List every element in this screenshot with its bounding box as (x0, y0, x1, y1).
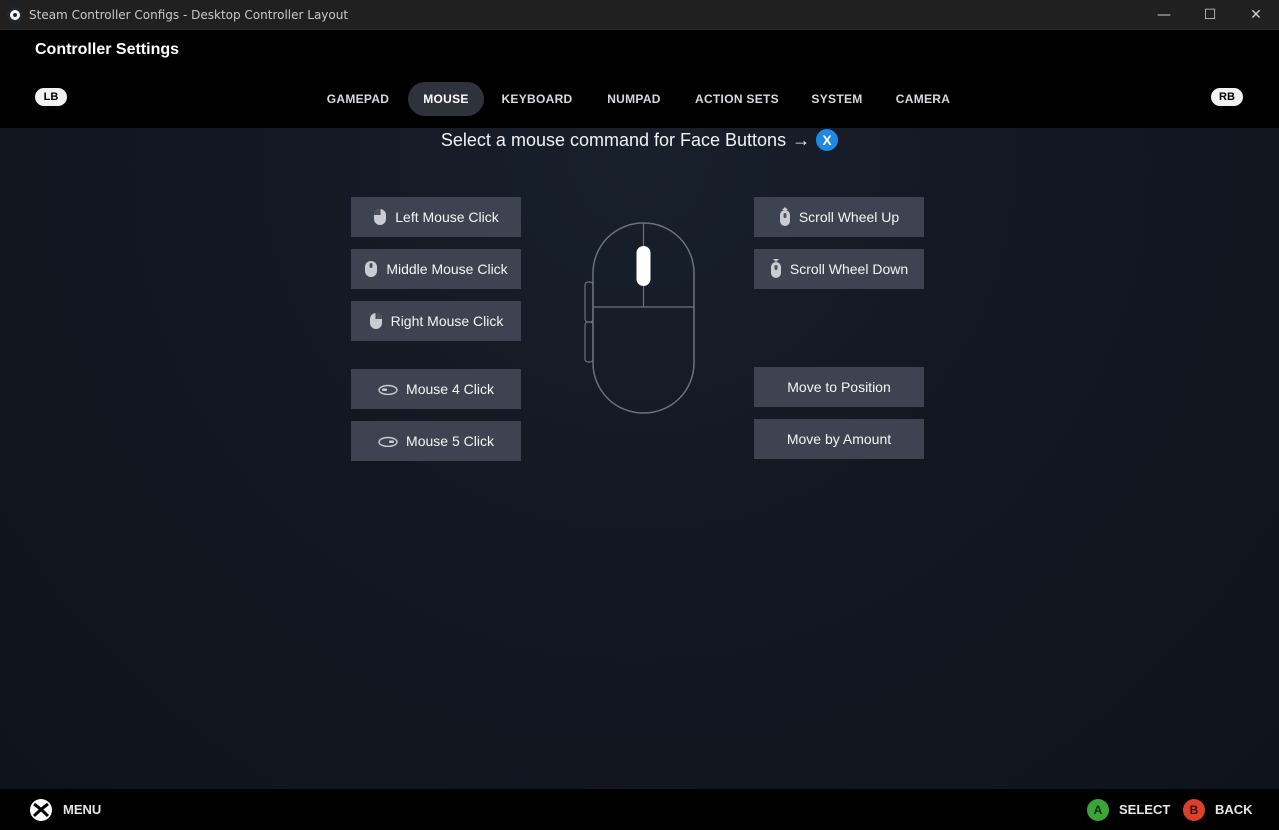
tab-action-sets[interactable]: ACTION SETS (684, 82, 790, 116)
window-title: Steam Controller Configs - Desktop Contr… (29, 7, 349, 22)
mouse-4-click-label: Mouse 4 Click (406, 381, 494, 397)
mouse-middle-click-icon (364, 260, 378, 278)
scroll-up-icon (779, 207, 791, 227)
move-by-amount-label: Move by Amount (786, 431, 892, 447)
b-button-glyph: B (1183, 798, 1205, 821)
middle-mouse-click-label: Middle Mouse Click (386, 261, 508, 277)
move-to-position-button[interactable]: Move to Position (754, 367, 924, 407)
tab-bar: GAMEPAD MOUSE KEYBOARD NUMPAD ACTION SET… (0, 82, 1279, 116)
a-button-glyph: A (1087, 798, 1109, 821)
mouse-illustration (584, 222, 695, 414)
x-button-glyph: X (816, 129, 839, 151)
mouse-5-click-label: Mouse 5 Click (406, 433, 494, 449)
back-label: BACK (1215, 802, 1253, 817)
page-title: Controller Settings (35, 41, 180, 58)
command-prompt: Select a mouse command for Face Buttons … (0, 128, 1279, 152)
prompt-text: Select a mouse command for Face Buttons (440, 129, 787, 150)
left-mouse-click-label: Left Mouse Click (395, 209, 499, 225)
close-button[interactable]: ✕ (1233, 0, 1279, 30)
xbox-logo-icon (29, 798, 53, 822)
back-hint[interactable]: B BACK (1183, 789, 1253, 830)
scroll-wheel-up-button[interactable]: Scroll Wheel Up (754, 197, 924, 237)
mouse-4-click-button[interactable]: Mouse 4 Click (351, 369, 521, 409)
arrow-icon: → (792, 129, 811, 150)
content-area: Select a mouse command for Face Buttons … (0, 128, 1279, 789)
scroll-wheel-up-label: Scroll Wheel Up (798, 209, 900, 225)
mouse-side-button-icon (378, 383, 398, 395)
maximize-button[interactable]: ☐ (1187, 0, 1233, 30)
mouse-5-click-button[interactable]: Mouse 5 Click (351, 421, 521, 461)
tab-mouse[interactable]: MOUSE (408, 82, 484, 116)
tab-numpad[interactable]: NUMPAD (594, 82, 674, 116)
window-titlebar: Steam Controller Configs - Desktop Contr… (0, 0, 1279, 30)
move-by-amount-button[interactable]: Move by Amount (754, 419, 924, 459)
left-mouse-click-button[interactable]: Left Mouse Click (351, 197, 521, 237)
right-mouse-click-label: Right Mouse Click (390, 313, 504, 329)
right-mouse-click-button[interactable]: Right Mouse Click (351, 301, 521, 341)
menu-label: MENU (63, 802, 102, 817)
select-hint[interactable]: A SELECT (1087, 789, 1170, 830)
tab-keyboard[interactable]: KEYBOARD (492, 82, 582, 116)
settings-header: Controller Settings LB RB GAMEPAD MOUSE … (0, 30, 1279, 128)
middle-mouse-click-button[interactable]: Middle Mouse Click (351, 249, 521, 289)
menu-hint[interactable]: MENU (29, 789, 101, 830)
scroll-wheel-down-button[interactable]: Scroll Wheel Down (754, 249, 924, 289)
tab-camera[interactable]: CAMERA (884, 82, 962, 116)
move-to-position-label: Move to Position (787, 379, 891, 395)
scroll-down-icon (770, 259, 782, 279)
select-label: SELECT (1119, 802, 1171, 817)
steam-logo-icon (7, 6, 23, 23)
footer-bar: MENU A SELECT B BACK (0, 789, 1279, 830)
window-controls: — ☐ ✕ (1141, 0, 1279, 30)
mouse-right-click-icon (369, 312, 383, 330)
tab-gamepad[interactable]: GAMEPAD (314, 82, 402, 116)
scroll-wheel-down-label: Scroll Wheel Down (789, 261, 909, 277)
tab-system[interactable]: SYSTEM (800, 82, 874, 116)
minimize-button[interactable]: — (1141, 0, 1187, 30)
mouse-side-button-icon (378, 435, 398, 447)
mouse-left-click-icon (373, 208, 387, 226)
